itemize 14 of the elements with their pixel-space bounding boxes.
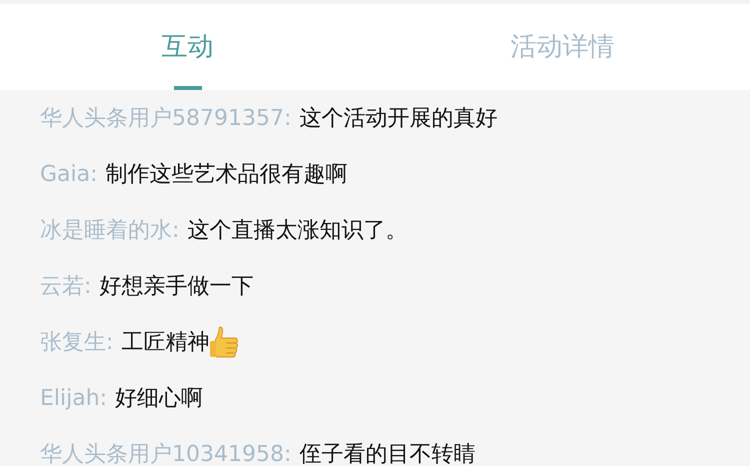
user-name: Elijah: bbox=[40, 384, 108, 412]
user-name: 华人头条用户58791357: bbox=[40, 104, 292, 132]
user-name: 冰是睡着的水: bbox=[40, 216, 180, 244]
comment-text: 好细心啊 bbox=[115, 384, 204, 412]
comment-text: 工匠精神 bbox=[121, 328, 210, 356]
user-name: Gaia: bbox=[40, 160, 98, 188]
comment-text: 侄子看的目不转睛 bbox=[299, 440, 476, 466]
user-name: 云若: bbox=[40, 272, 92, 300]
comment-text: 好想亲手做一下 bbox=[99, 272, 254, 300]
comment-text: 制作这些艺术品很有趣啊 bbox=[106, 160, 348, 188]
comment-text: 这个直播太涨知识了。 bbox=[187, 216, 408, 244]
user-name: 张复生: bbox=[40, 328, 114, 356]
comment-text: 这个活动开展的真好 bbox=[299, 104, 498, 132]
user-name: 华人头条用户10341958: bbox=[40, 440, 292, 466]
